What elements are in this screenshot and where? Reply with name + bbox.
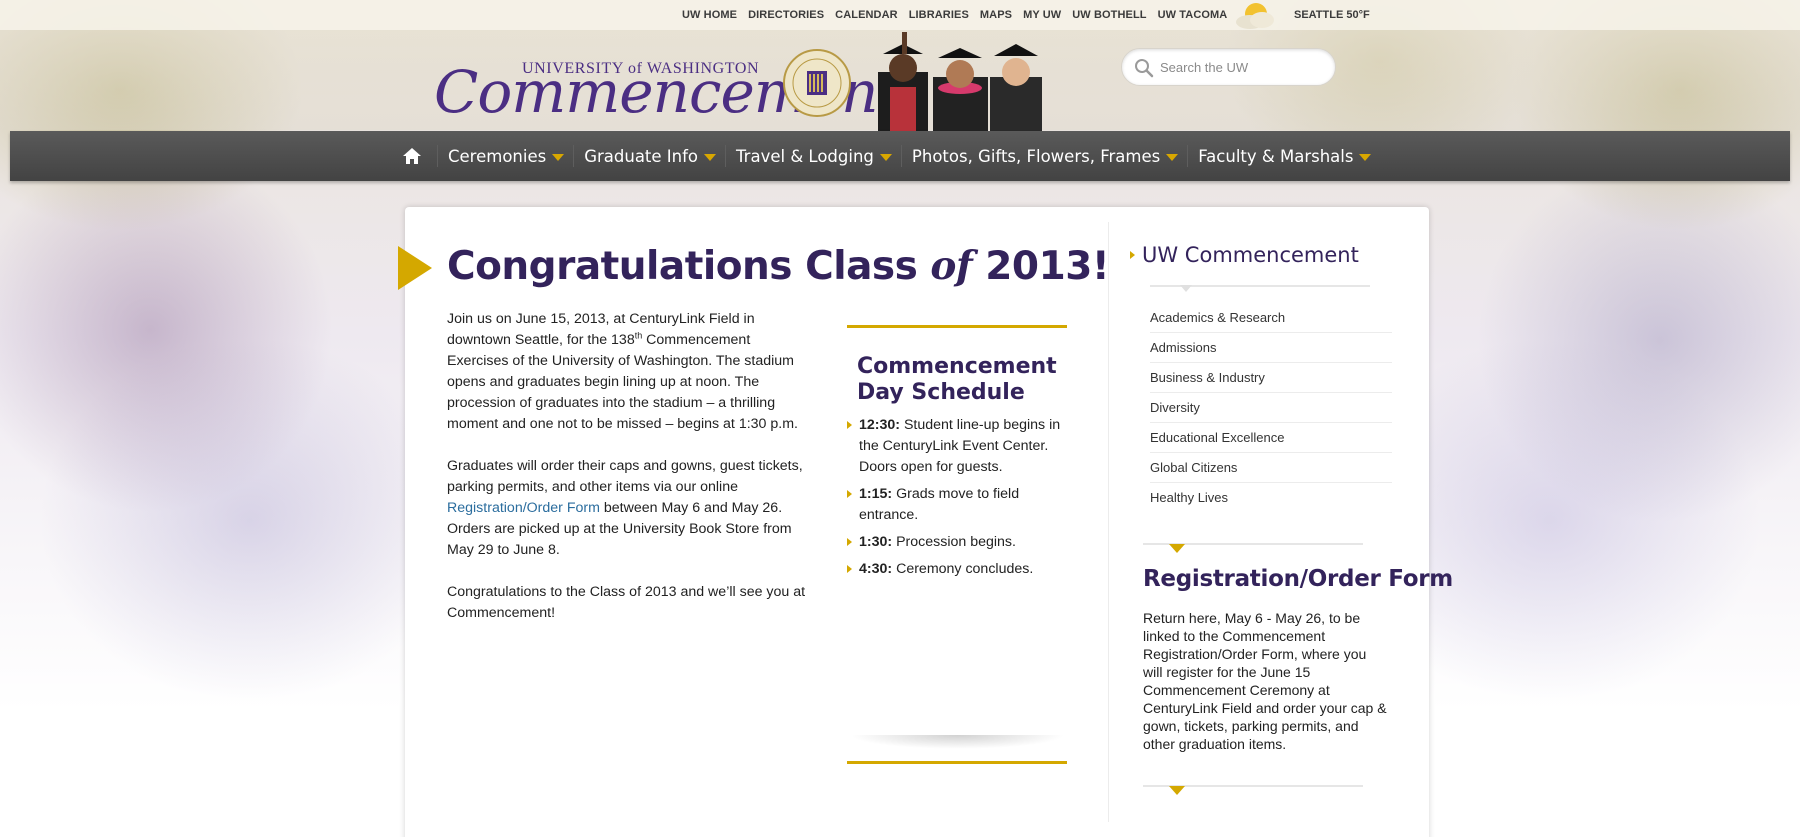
- schedule-shadow: [850, 735, 1065, 749]
- bullet-icon: [847, 490, 852, 498]
- title-of: of: [930, 243, 973, 289]
- registration-form-link[interactable]: Registration/Order Form: [447, 500, 600, 516]
- order-paragraph: Graduates will order their caps and gown…: [447, 456, 812, 561]
- nav-label: Travel & Lodging: [736, 146, 874, 166]
- schedule-list: 12:30: Student line-up begins in the Cen…: [847, 415, 1067, 586]
- nav-faculty-marshals[interactable]: Faculty & Marshals: [1187, 145, 1380, 167]
- sidebar-item-global-citizens[interactable]: Global Citizens: [1150, 453, 1392, 483]
- utility-link-uw-home[interactable]: UW HOME: [682, 9, 737, 21]
- chevron-down-icon: [1359, 153, 1372, 161]
- title-part: 2013!: [972, 244, 1110, 289]
- search-box[interactable]: [1121, 48, 1336, 86]
- sidebar-item-diversity[interactable]: Diversity: [1150, 393, 1392, 423]
- schedule-time: 4:30:: [859, 561, 893, 577]
- nav-label: Faculty & Marshals: [1198, 146, 1354, 166]
- utility-bar: UW HOME DIRECTORIES CALENDAR LIBRARIES M…: [0, 0, 1800, 30]
- sidebar-item-business-industry[interactable]: Business & Industry: [1150, 363, 1392, 393]
- main-nav: Ceremonies Graduate Info Travel & Lodgin…: [10, 131, 1790, 181]
- schedule-top-rule: [847, 325, 1067, 328]
- column-divider: [1108, 222, 1109, 822]
- search-icon: [1135, 59, 1154, 78]
- schedule-item: 1:15: Grads move to field entrance.: [847, 484, 1067, 526]
- nav-label: Photos, Gifts, Flowers, Frames: [911, 146, 1161, 166]
- utility-link-maps[interactable]: MAPS: [980, 9, 1012, 21]
- utility-links: UW HOME DIRECTORIES CALENDAR LIBRARIES M…: [682, 9, 1227, 21]
- gold-flag-icon: [398, 246, 432, 290]
- utility-link-calendar[interactable]: CALENDAR: [835, 9, 898, 21]
- nav-label: Graduate Info: [584, 146, 699, 166]
- schedule-item: 4:30: Ceremony concludes.: [847, 559, 1067, 580]
- sidebar-menu: Academics & Research Admissions Business…: [1150, 303, 1392, 513]
- sidebar-item-healthy-lives[interactable]: Healthy Lives: [1150, 483, 1392, 513]
- utility-link-libraries[interactable]: LIBRARIES: [909, 9, 969, 21]
- search-input[interactable]: [1160, 57, 1325, 77]
- divider-notch-icon: [1150, 285, 1370, 292]
- utility-link-my-uw[interactable]: MY UW: [1023, 9, 1061, 21]
- page-title: Congratulations Class of 2013!: [447, 243, 1110, 289]
- registration-text: Return here, May 6 - May 26, to be linke…: [1143, 610, 1387, 752]
- closing-paragraph: Congratulations to the Class of 2013 and…: [447, 584, 806, 621]
- sidebar-heading-text: UW Commencement: [1142, 243, 1359, 267]
- bullet-icon: [847, 538, 852, 546]
- schedule-text: Ceremony concludes.: [892, 561, 1034, 577]
- nav-graduate-info[interactable]: Graduate Info: [573, 145, 725, 167]
- chevron-down-icon: [1166, 153, 1179, 161]
- sidebar-item-educational-excellence[interactable]: Educational Excellence: [1150, 423, 1392, 453]
- schedule-item: 12:30: Student line-up begins in the Cen…: [847, 415, 1067, 478]
- uw-seal-icon: [783, 49, 851, 117]
- partly-sunny-icon: [1236, 3, 1274, 29]
- sidebar-heading[interactable]: UW Commencement: [1130, 243, 1359, 267]
- home-icon[interactable]: [403, 148, 421, 164]
- schedule-bottom-rule: [847, 761, 1067, 764]
- bullet-icon: [847, 421, 852, 429]
- utility-link-directories[interactable]: DIRECTORIES: [748, 9, 824, 21]
- order-text: Graduates will order their caps and gown…: [447, 458, 803, 495]
- chevron-down-icon: [704, 153, 717, 161]
- sidebar-item-admissions[interactable]: Admissions: [1150, 333, 1392, 363]
- chevron-down-icon: [879, 153, 892, 161]
- bullet-icon: [847, 565, 852, 573]
- title-part: Congratulations Class: [447, 244, 931, 289]
- weather-readout[interactable]: SEATTLE 50°F: [1294, 9, 1370, 21]
- nav-ceremonies[interactable]: Ceremonies: [437, 145, 573, 167]
- main-nav-items: Ceremonies Graduate Info Travel & Lodgin…: [403, 131, 1380, 181]
- schedule-time: 1:15:: [859, 486, 893, 502]
- schedule-title: Commencement Day Schedule: [857, 354, 1057, 405]
- nav-photos-gifts[interactable]: Photos, Gifts, Flowers, Frames: [900, 145, 1187, 167]
- nav-label: Ceremonies: [448, 146, 547, 166]
- intro-paragraph: Join us on June 15, 2013, at CenturyLink…: [447, 309, 812, 435]
- bullet-icon: [1130, 251, 1135, 259]
- nav-travel-lodging[interactable]: Travel & Lodging: [725, 145, 901, 167]
- utility-link-uw-tacoma[interactable]: UW TACOMA: [1158, 9, 1228, 21]
- divider-notch-icon: [1143, 785, 1363, 795]
- schedule-time: 12:30:: [859, 417, 901, 433]
- utility-link-uw-bothell[interactable]: UW BOTHELL: [1072, 9, 1146, 21]
- registration-title[interactable]: Registration/Order Form: [1143, 566, 1453, 592]
- schedule-time: 1:30:: [859, 534, 893, 550]
- divider-notch-icon: [1143, 543, 1363, 553]
- schedule-text: Procession begins.: [892, 534, 1016, 550]
- schedule-item: 1:30: Procession begins.: [847, 532, 1067, 553]
- graduates-photo: [878, 32, 1042, 132]
- sidebar-item-academics-research[interactable]: Academics & Research: [1150, 303, 1392, 333]
- chevron-down-icon: [552, 153, 565, 161]
